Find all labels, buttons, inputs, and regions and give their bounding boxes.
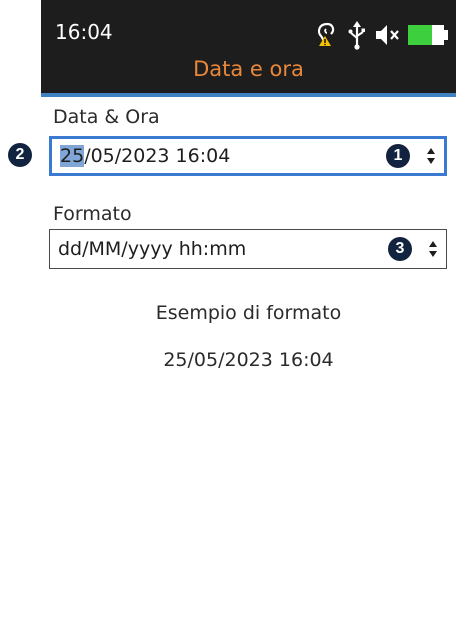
status-icons (317, 21, 448, 50)
device-screen: 16:04 Data e ora Data & Ora 25/05/2023 1… (41, 0, 456, 628)
format-label: Formato (53, 203, 132, 225)
format-example-label: Esempio di formato (155, 302, 342, 324)
format-field[interactable]: dd/MM/yyyy hh:mm 3 (49, 229, 447, 269)
spinner-updown-icon[interactable] (426, 147, 436, 165)
battery-icon (408, 25, 448, 45)
format-example-value: 25/05/2023 16:04 (163, 349, 334, 371)
status-time: 16:04 (55, 20, 113, 44)
callout-badge-2: 2 (8, 143, 32, 167)
date-time-value-rest: /05/2023 16:04 (84, 145, 231, 167)
speaker-muted-icon (376, 25, 399, 45)
callout-badge-3: 3 (388, 237, 412, 261)
callout-badge-1: 1 (386, 144, 410, 168)
spinner-updown-icon[interactable] (428, 240, 438, 258)
date-time-field[interactable]: 25/05/2023 16:04 1 (49, 136, 447, 176)
format-value: dd/MM/yyyy hh:mm (58, 238, 247, 260)
date-time-label: Data & Ora (53, 106, 160, 128)
top-bar: 16:04 Data e ora (41, 0, 456, 93)
hearing-warning-icon (317, 22, 335, 46)
usb-icon (348, 21, 365, 50)
page-title: Data e ora (193, 57, 304, 81)
date-time-selected-segment: 25 (60, 145, 85, 167)
date-time-value: 25/05/2023 16:04 (60, 145, 230, 167)
header-divider (41, 93, 456, 97)
